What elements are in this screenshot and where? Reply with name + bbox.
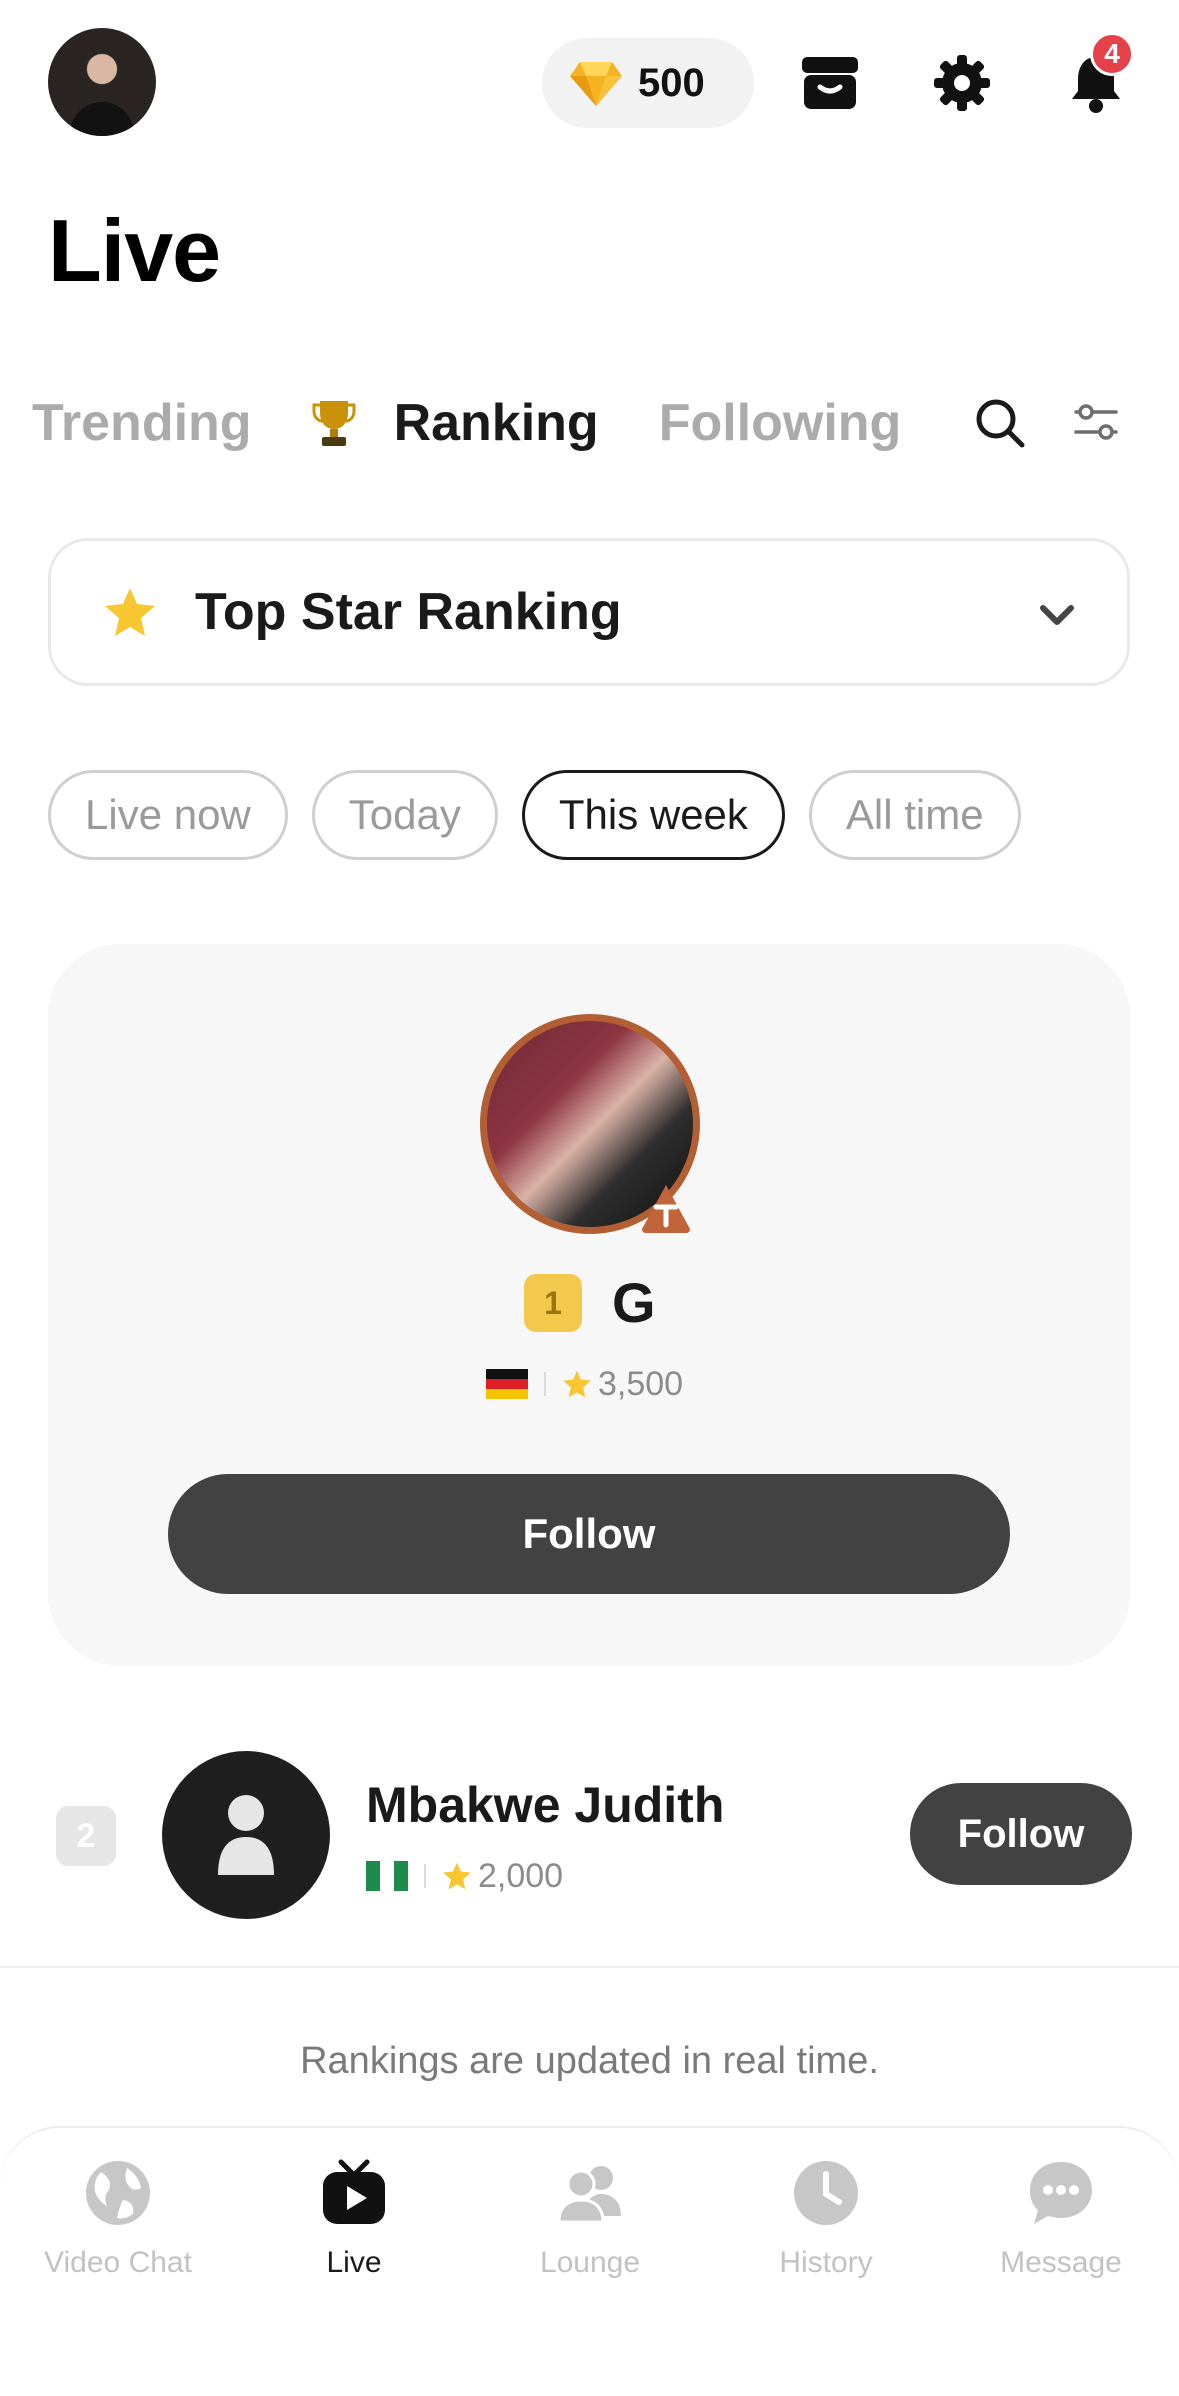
- user-meta: 2,000: [366, 1856, 563, 1896]
- meta-separator: [424, 1864, 426, 1888]
- top-star-meta: 3,500: [486, 1364, 683, 1404]
- nav-label: History: [779, 2246, 873, 2279]
- nav-label: Live: [326, 2246, 382, 2279]
- gem-count: 500: [638, 60, 705, 105]
- filter-sliders-icon[interactable]: [1072, 398, 1120, 446]
- follow-button[interactable]: Follow: [168, 1474, 1010, 1594]
- people-icon: [557, 2166, 621, 2224]
- globe-icon: [86, 2161, 150, 2225]
- nav-live[interactable]: Live: [236, 2158, 472, 2280]
- tv-play-icon: [323, 2159, 385, 2224]
- period-filter: Live now Today This week All time: [48, 770, 1045, 860]
- tab-ranking-label: Ranking: [393, 394, 599, 452]
- nav-label: Message: [1000, 2246, 1122, 2279]
- ranking-type-label: Top Star Ranking: [195, 583, 622, 641]
- tab-trending[interactable]: Trending: [32, 393, 252, 453]
- nav-lounge[interactable]: Lounge: [472, 2158, 708, 2280]
- default-user-icon: [218, 1795, 274, 1875]
- settings-button[interactable]: [922, 40, 1002, 126]
- top-bar: 500 4: [0, 0, 1179, 170]
- chip-today[interactable]: Today: [311, 770, 498, 860]
- nigeria-flag-icon: [366, 1861, 408, 1891]
- nav-label: Video Chat: [44, 2246, 192, 2279]
- ranking-row[interactable]: 2 Mbakwe Judith 2,000 Follow: [0, 1750, 1179, 1970]
- level-badge-icon: [642, 1185, 690, 1233]
- notifications-button[interactable]: 4: [1056, 32, 1136, 126]
- notification-badge: 4: [1090, 32, 1134, 76]
- content-tabs: Trending Ranking Following: [32, 385, 961, 461]
- chat-bubble-icon: [1030, 2162, 1092, 2224]
- top-star-name: G: [612, 1271, 656, 1334]
- archive-box-icon: [802, 57, 858, 109]
- search-icon[interactable]: [972, 395, 1028, 451]
- trophy-icon: [312, 401, 356, 446]
- star-icon: [563, 1370, 591, 1398]
- chip-this-week[interactable]: This week: [521, 770, 785, 860]
- nav-label: Lounge: [539, 2246, 641, 2279]
- rank-badge: 1: [524, 1274, 582, 1332]
- chip-live-now[interactable]: Live now: [48, 770, 288, 860]
- profile-avatar[interactable]: [48, 28, 156, 136]
- store-button[interactable]: [790, 40, 870, 126]
- rank-badge: 2: [56, 1806, 116, 1866]
- germany-flag-icon: [486, 1369, 528, 1399]
- nav-video-chat[interactable]: Video Chat: [0, 2158, 236, 2280]
- user-score: 2,000: [478, 1856, 564, 1895]
- gem-balance-pill[interactable]: 500: [542, 38, 754, 128]
- nav-message[interactable]: Message: [943, 2158, 1179, 2280]
- top-star-card: 1 G 3,500 Follow: [48, 944, 1130, 1666]
- nav-history[interactable]: History: [708, 2158, 944, 2280]
- follow-button[interactable]: Follow: [910, 1783, 1132, 1885]
- chevron-down-icon: [1040, 605, 1074, 625]
- gear-icon: [934, 55, 990, 111]
- meta-separator: [544, 1372, 546, 1396]
- tab-ranking[interactable]: Ranking: [312, 393, 599, 453]
- diamond-icon: [570, 62, 622, 106]
- bottom-nav: Video Chat Live Lounge History Message: [0, 2126, 1179, 2396]
- star-icon: [443, 1862, 471, 1890]
- page-title: Live: [48, 201, 221, 300]
- clock-icon: [794, 2161, 858, 2225]
- user-avatar[interactable]: [162, 1751, 330, 1919]
- tab-following[interactable]: Following: [659, 393, 902, 453]
- chip-all-time[interactable]: All time: [808, 770, 1021, 860]
- star-icon: [105, 588, 155, 636]
- top-star-score: 3,500: [598, 1364, 684, 1403]
- user-name: Mbakwe Judith: [366, 1777, 725, 1833]
- ranking-type-dropdown[interactable]: Top Star Ranking: [48, 538, 1130, 686]
- realtime-note: Rankings are updated in real time.: [300, 2040, 879, 2082]
- divider: [0, 1966, 1179, 1968]
